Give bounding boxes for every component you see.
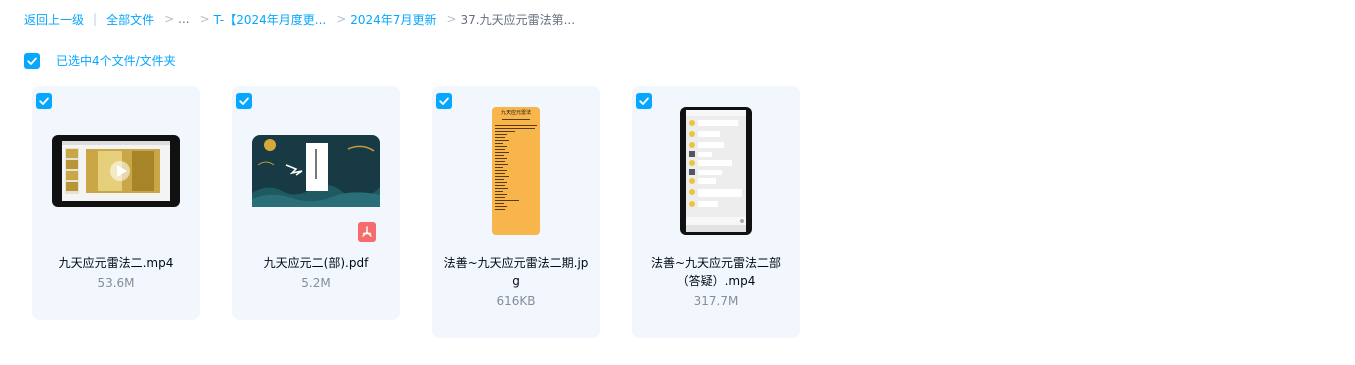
video-thumbnail <box>32 86 200 256</box>
file-size: 5.2M <box>301 276 331 290</box>
chevron-right-icon: > <box>164 12 175 26</box>
file-card[interactable]: 九天应元雷法二.mp4 53.6M <box>32 86 200 320</box>
breadcrumb: 返回上一级 | 全部文件 > ... > T-【2024年月度更... > 20… <box>24 10 575 28</box>
file-size: 317.7M <box>693 294 739 308</box>
pdf-icon <box>358 222 376 242</box>
video-thumbnail <box>632 86 800 256</box>
file-name[interactable]: 法善~九天应元雷法二部（答疑）.mp4 <box>640 254 792 290</box>
jpg-preview-title: 九天应元雷法 <box>500 110 531 116</box>
chevron-right-icon: > <box>199 12 210 26</box>
chevron-right-icon: > <box>446 12 457 26</box>
file-size: 616KB <box>496 294 536 308</box>
jpg-text-lines <box>495 119 537 210</box>
back-link[interactable]: 返回上一级 <box>24 11 84 28</box>
jpg-preview: 九天应元雷法 <box>492 107 540 235</box>
video-thumbnail-image <box>52 135 180 207</box>
chevron-right-icon: > <box>336 12 347 26</box>
select-all-checkbox[interactable] <box>24 52 40 69</box>
file-name[interactable]: 法善~九天应元雷法二期.jpg <box>440 254 592 290</box>
file-card[interactable]: 九天应元雷法 法善~九天应元雷法二期.jpg 616KB <box>432 86 600 338</box>
selection-bar: 已选中4个文件/文件夹 <box>24 52 176 69</box>
breadcrumb-current: 37.九天应元雷法第... <box>460 12 576 27</box>
file-card[interactable]: 法善~九天应元雷法二部（答疑）.mp4 317.7M <box>632 86 800 338</box>
breadcrumb-ellipsis[interactable]: ... <box>178 12 189 26</box>
check-icon <box>27 57 37 65</box>
pdf-cover-image <box>252 135 380 207</box>
selection-count-label: 已选中4个文件/文件夹 <box>56 54 176 68</box>
breadcrumb-all-files[interactable]: 全部文件 <box>106 11 154 28</box>
chat-screenshot-image <box>680 107 752 235</box>
image-thumbnail: 九天应元雷法 <box>432 86 600 256</box>
file-card[interactable]: 九天应元二(部).pdf 5.2M <box>232 86 400 320</box>
file-name[interactable]: 九天应元雷法二.mp4 <box>40 254 192 272</box>
breadcrumb-folder-july[interactable]: 2024年7月更新 <box>350 11 436 28</box>
divider: | <box>93 12 98 26</box>
breadcrumb-folder-monthly[interactable]: T-【2024年月度更... <box>214 11 327 28</box>
file-name[interactable]: 九天应元二(部).pdf <box>240 254 392 272</box>
pdf-glyph-icon <box>362 226 372 237</box>
file-size: 53.6M <box>97 276 135 290</box>
